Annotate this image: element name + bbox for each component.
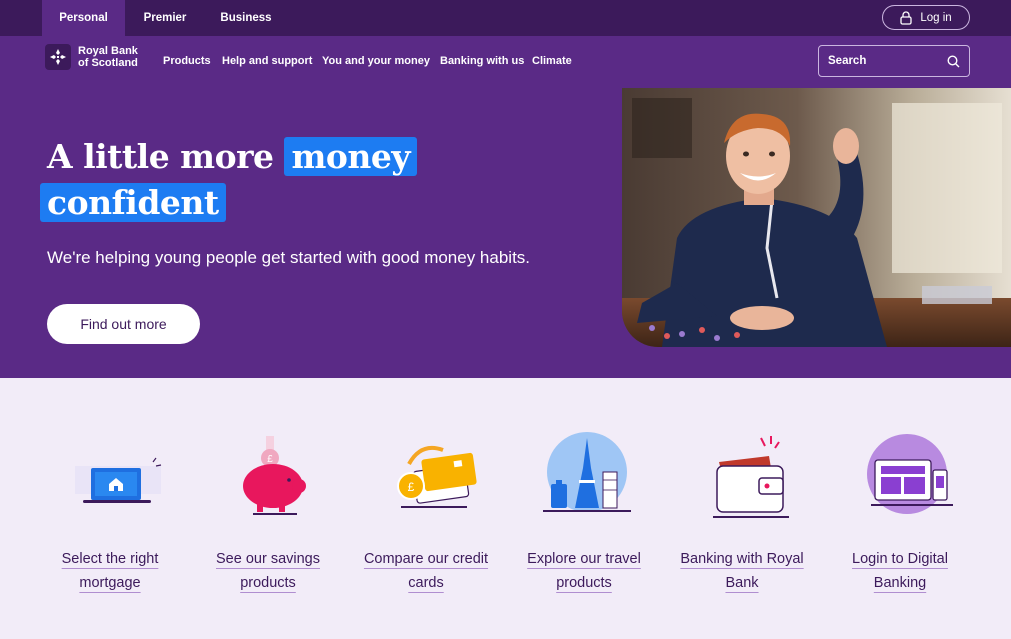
brand-line1: Royal Bank [78, 45, 138, 57]
nav-help-and-support[interactable]: Help and support [222, 36, 312, 86]
hero-photo [622, 88, 1011, 347]
card-banking-link[interactable]: Banking with Royal Bank [672, 547, 812, 595]
lock-icon [900, 10, 912, 25]
card-digital-banking[interactable]: Login to Digital Banking [830, 428, 970, 595]
hero-banner: A little more money confident We're help… [0, 86, 1011, 378]
find-out-more-button[interactable]: Find out more [47, 304, 200, 344]
card-travel-line1: Explore our travel [527, 551, 641, 567]
nav-products[interactable]: Products [163, 36, 211, 86]
search-icon [947, 54, 960, 67]
card-banking-line1: Banking with Royal [680, 551, 804, 567]
laptop-house-icon [75, 457, 162, 503]
tab-business[interactable]: Business [205, 0, 287, 36]
hero-subtitle: We're helping young people get started w… [47, 248, 531, 267]
card-credit-cards-link[interactable]: Compare our credit cards [356, 547, 496, 595]
hero-title-text: A little more [47, 137, 274, 176]
search-input[interactable]: Search [818, 45, 970, 77]
hero-title-highlight-money: money [284, 137, 418, 176]
svg-text:£: £ [267, 454, 273, 465]
card-banking[interactable]: Banking with Royal Bank [672, 428, 812, 595]
card-digital-banking-link[interactable]: Login to Digital Banking [830, 547, 970, 595]
card-credit-cards[interactable]: £ Compare our credit cards [356, 428, 496, 595]
card-travel-link[interactable]: Explore our travel products [514, 547, 654, 595]
wallet-icon [713, 436, 789, 518]
nav-climate[interactable]: Climate [532, 36, 572, 86]
card-mortgage-line1: Select the right [61, 551, 159, 567]
hero-title-highlight-confident: confident [40, 183, 226, 222]
top-utility-bar: Personal Premier Business Log in [0, 0, 1011, 36]
card-banking-line2: Bank [725, 575, 759, 591]
brand-line2: of Scotland [78, 57, 138, 69]
card-savings[interactable]: £ See our savings products [198, 428, 338, 595]
card-digital-banking-line1: Login to Digital [852, 551, 948, 567]
digital-devices-icon [867, 434, 953, 514]
travel-landmarks-icon [543, 432, 631, 512]
main-navigation: Royal Bank of Scotland Products Help and… [0, 36, 1011, 86]
search-label: Search [828, 55, 867, 67]
nav-you-and-your-money[interactable]: You and your money [322, 36, 430, 86]
tab-premier[interactable]: Premier [125, 0, 205, 36]
card-mortgage-link[interactable]: Select the right mortgage [40, 547, 180, 595]
login-label: Log in [920, 11, 952, 24]
brand-name: Royal Bank of Scotland [78, 45, 138, 69]
svg-text:£: £ [408, 480, 415, 494]
credit-cards-icon: £ [397, 445, 477, 508]
card-travel-line2: products [556, 575, 612, 591]
hero-title: A little more money confident [40, 134, 418, 226]
card-travel[interactable]: Explore our travel products [514, 428, 654, 595]
card-savings-line2: products [240, 575, 296, 591]
card-credit-cards-line2: cards [408, 575, 444, 591]
card-savings-link[interactable]: See our savings products [198, 547, 338, 595]
tab-personal[interactable]: Personal [42, 0, 125, 36]
piggy-bank-icon: £ [243, 436, 306, 515]
card-mortgage[interactable]: Select the right mortgage [40, 428, 180, 595]
login-button[interactable]: Log in [882, 5, 970, 30]
card-savings-line1: See our savings [216, 551, 320, 567]
daggers-logo-icon [45, 44, 71, 70]
card-mortgage-line2: mortgage [79, 575, 141, 591]
nav-banking-with-us[interactable]: Banking with us [440, 36, 524, 86]
card-credit-cards-line1: Compare our credit [363, 551, 489, 567]
brand-logo[interactable]: Royal Bank of Scotland [45, 44, 138, 70]
card-digital-banking-line2: Banking [873, 575, 927, 591]
